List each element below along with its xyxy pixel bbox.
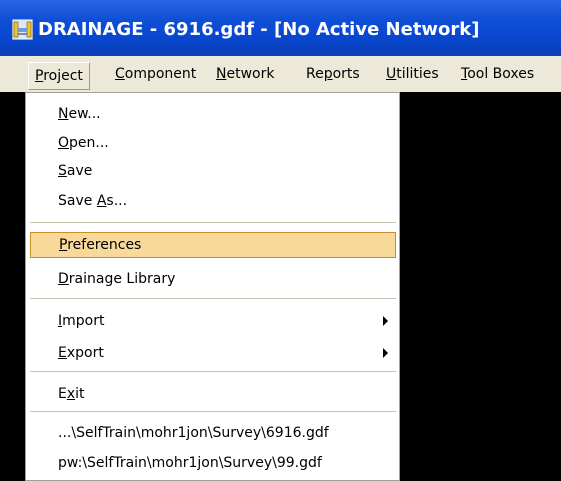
- menu-item-save[interactable]: Save: [30, 158, 396, 184]
- menu-network-label: etwork: [226, 66, 275, 82]
- menu-item-save-as[interactable]: Save As...: [30, 188, 396, 214]
- menu-item-drainage-library-label-key: D: [58, 271, 69, 287]
- menu-item-exit[interactable]: Exit: [30, 381, 396, 407]
- menu-component[interactable]: Component: [115, 56, 196, 92]
- menu-item-preferences-label: references: [67, 237, 142, 253]
- menu-item-save-as-label: s...: [106, 193, 128, 209]
- menu-component-label-key: C: [115, 66, 125, 82]
- menu-item-exit-label-pre: E: [58, 386, 67, 402]
- menu-reports-label: orts: [332, 66, 360, 82]
- menu-network[interactable]: Network: [216, 56, 274, 92]
- menu-item-preferences[interactable]: Preferences: [30, 232, 396, 258]
- menu-item-drainage-library-label: rainage Library: [68, 271, 176, 287]
- window-title: DRAINAGE - 6916.gdf - [No Active Network…: [38, 19, 480, 40]
- menu-reports-label-pre: Re: [306, 66, 324, 82]
- menu-reports[interactable]: Reports: [306, 56, 360, 92]
- menu-item-recent-file-2[interactable]: pw:\SelfTrain\mohr1jon\Survey\99.gdf: [30, 450, 396, 476]
- submenu-arrow-icon: [383, 316, 388, 326]
- menu-item-open-label-key: O: [58, 135, 70, 151]
- menu-item-new-label-key: N: [58, 106, 69, 122]
- menu-item-open-label: pen...: [69, 135, 109, 151]
- menu-component-label: omponent: [124, 66, 197, 82]
- menu-network-label-key: N: [216, 66, 227, 82]
- menu-tool-boxes[interactable]: Tool Boxes: [461, 56, 534, 92]
- menu-item-drainage-library[interactable]: Drainage Library: [30, 266, 396, 292]
- menu-item-export[interactable]: Export: [30, 340, 396, 366]
- menu-item-recent-file-2-label: pw:\SelfTrain\mohr1jon\Survey\99.gdf: [58, 455, 322, 471]
- menu-item-save-label-key: S: [58, 163, 67, 179]
- menu-item-exit-label: it: [75, 386, 85, 402]
- menu-item-export-label-key: E: [58, 345, 67, 361]
- menu-utilities-label: tilities: [396, 66, 439, 82]
- menu-item-new[interactable]: New...: [30, 101, 396, 127]
- menu-separator: [30, 298, 396, 300]
- menu-item-preferences-label-key: P: [59, 237, 68, 253]
- menu-project-label: roject: [43, 68, 83, 84]
- menu-project[interactable]: Project: [28, 62, 90, 90]
- project-menu-dropdown: New... Open... Save Save As... Preferenc…: [25, 92, 400, 481]
- menu-item-exit-label-key: x: [66, 386, 76, 402]
- menu-item-open[interactable]: Open...: [30, 130, 396, 156]
- menu-project-label-key: P: [35, 68, 44, 84]
- menu-separator: [30, 222, 396, 224]
- drainage-app-icon: [12, 19, 33, 40]
- menu-item-save-label: ave: [66, 163, 93, 179]
- menu-reports-label-key: p: [323, 66, 333, 82]
- menu-bar: Project Component Network Reports Utilit…: [0, 56, 561, 92]
- menu-separator: [30, 371, 396, 373]
- title-bar[interactable]: DRAINAGE - 6916.gdf - [No Active Network…: [0, 0, 561, 57]
- menu-utilities-label-key: U: [386, 66, 397, 82]
- submenu-arrow-icon: [383, 348, 388, 358]
- menu-item-save-as-label-pre: Save: [58, 193, 97, 209]
- menu-item-save-as-label-key: A: [96, 193, 107, 209]
- menu-item-recent-file-1-label: ...\SelfTrain\mohr1jon\Survey\6916.gdf: [58, 425, 329, 441]
- menu-item-import[interactable]: Import: [30, 308, 396, 334]
- menu-item-export-label: xport: [66, 345, 104, 361]
- menu-tool-boxes-label: ool Boxes: [467, 66, 535, 82]
- menu-item-import-label: mport: [62, 313, 105, 329]
- application-window: DRAINAGE - 6916.gdf - [No Active Network…: [0, 0, 561, 481]
- menu-item-new-label: ew...: [68, 106, 101, 122]
- menu-item-recent-file-1[interactable]: ...\SelfTrain\mohr1jon\Survey\6916.gdf: [30, 420, 396, 446]
- menu-utilities[interactable]: Utilities: [386, 56, 439, 92]
- menu-separator: [30, 411, 396, 413]
